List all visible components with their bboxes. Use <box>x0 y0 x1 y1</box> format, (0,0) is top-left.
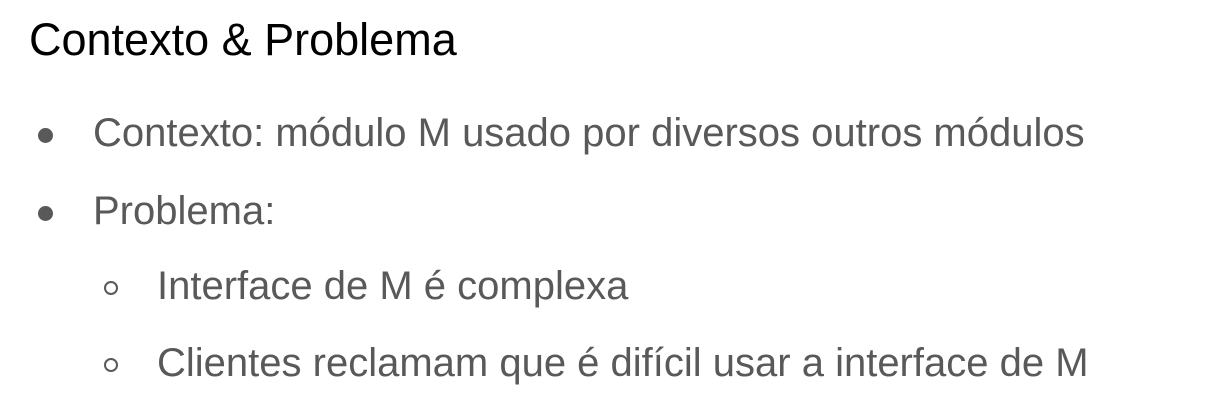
slide-title: Contexto & Problema <box>29 14 457 65</box>
slide: Contexto & Problema Contexto: módulo M u… <box>0 0 1230 405</box>
bullet-dot-icon <box>38 206 53 221</box>
bullet-dot-icon <box>38 128 53 143</box>
sub-bullet-circle-icon <box>104 358 118 372</box>
bullet-item-context: Contexto: módulo M usado por diversos ou… <box>93 111 1085 155</box>
sub-bullet-item-clients: Clientes reclamam que é difícil usar a i… <box>157 341 1089 385</box>
bullet-item-problem: Problema: <box>93 189 276 233</box>
sub-bullet-circle-icon <box>104 281 118 295</box>
sub-bullet-item-interface: Interface de M é complexa <box>157 264 629 308</box>
